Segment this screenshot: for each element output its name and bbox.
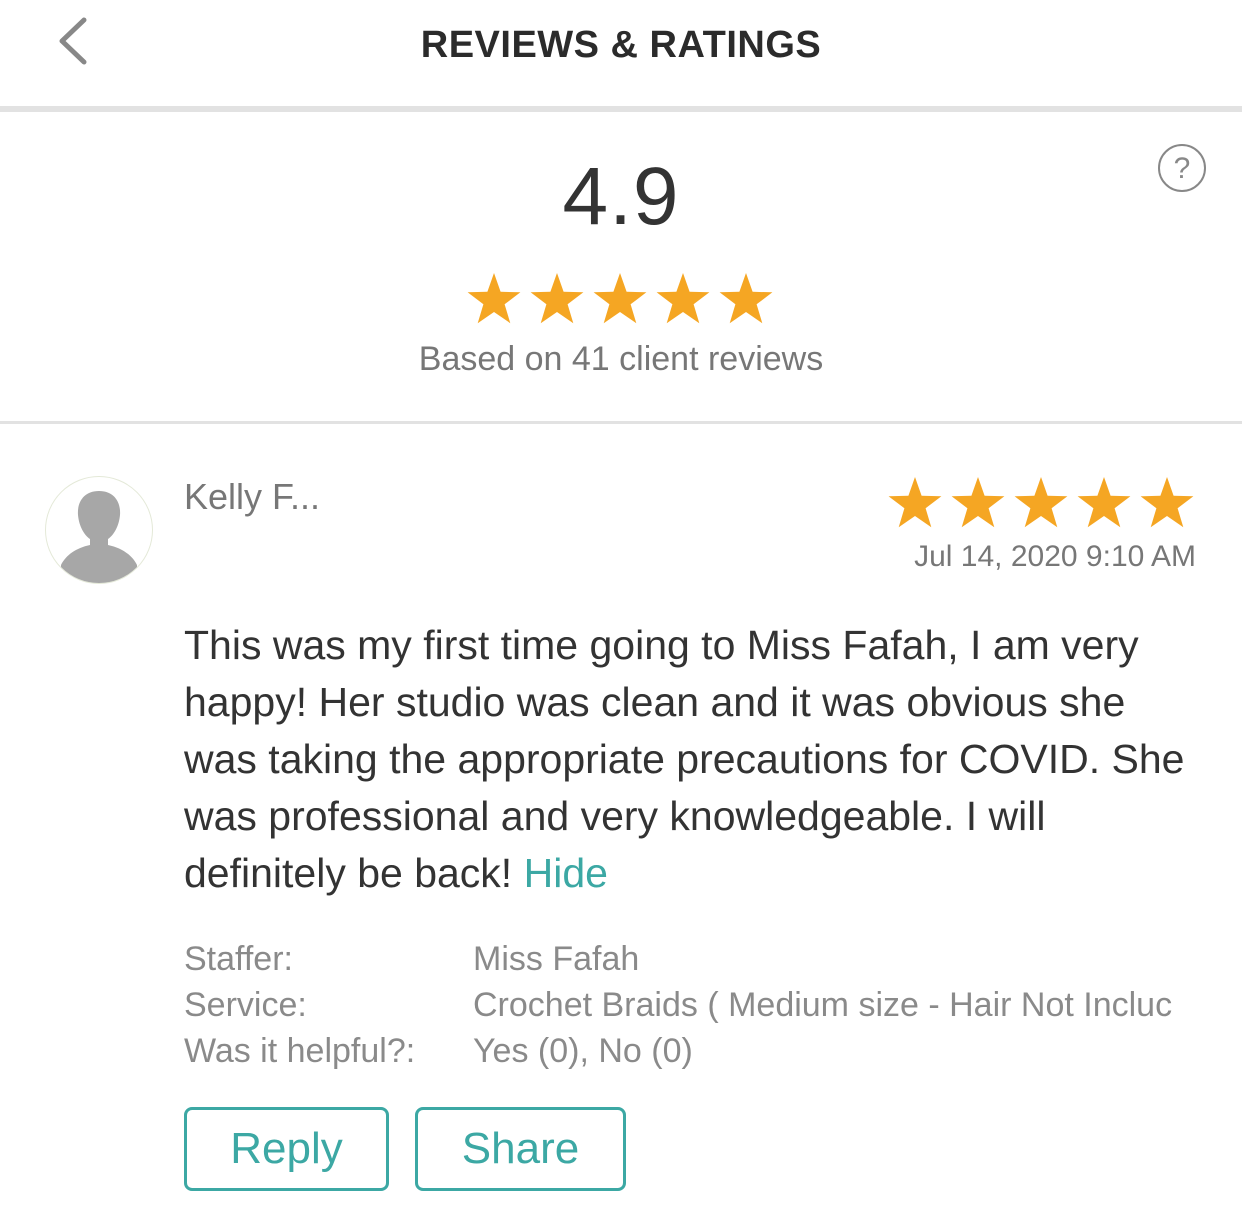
review-body-text: This was my first time going to Miss Faf…: [184, 622, 1185, 896]
detail-row-helpful: Was it helpful?: Yes (0), No (0): [184, 1028, 1172, 1074]
default-avatar-icon: [61, 491, 137, 583]
star-icon: [888, 477, 942, 528]
star-icon: [467, 273, 521, 324]
detail-label: Was it helpful?:: [184, 1032, 416, 1070]
share-button[interactable]: Share: [415, 1107, 626, 1191]
detail-value: Miss Fafah: [473, 940, 640, 978]
detail-row-staffer: Staffer: Miss Fafah: [184, 936, 1172, 982]
average-rating: 4.9: [562, 151, 680, 242]
avatar: [45, 476, 153, 584]
detail-value: Crochet Braids ( Medium size - Hair Not …: [473, 986, 1173, 1024]
rating-summary: ? 4.9 Based on 41 client reviews: [0, 112, 1242, 422]
detail-label: Service:: [184, 986, 307, 1024]
review-card: Kelly F... Jul 14, 2020 9:10 AM This was…: [0, 424, 1242, 1232]
review-text: This was my first time going to Miss Faf…: [184, 617, 1194, 902]
review-date: Jul 14, 2020 9:10 AM: [914, 540, 1196, 573]
summary-star-rating: [466, 272, 776, 328]
star-icon: [530, 273, 584, 324]
reply-button[interactable]: Reply: [184, 1107, 389, 1191]
star-icon: [1014, 477, 1068, 528]
star-icon: [1077, 477, 1131, 528]
star-icon: [951, 477, 1005, 528]
star-icon: [719, 273, 773, 324]
detail-label: Staffer:: [184, 940, 293, 978]
detail-value[interactable]: Yes (0), No (0): [473, 1028, 693, 1074]
app-header: REVIEWS & RATINGS: [0, 0, 1242, 112]
review-count-caption: Based on 41 client reviews: [418, 340, 824, 378]
star-icon: [1140, 477, 1194, 528]
reviewer-name: Kelly F...: [184, 476, 321, 517]
star-icon: [593, 273, 647, 324]
hide-link[interactable]: Hide: [524, 850, 608, 896]
page-title: REVIEWS & RATINGS: [420, 24, 822, 66]
review-star-rating: [886, 476, 1197, 532]
detail-row-service: Service: Crochet Braids ( Medium size - …: [184, 982, 1172, 1028]
star-icon: [656, 273, 710, 324]
review-details: Staffer: Miss Fafah Service: Crochet Bra…: [184, 936, 1172, 1074]
